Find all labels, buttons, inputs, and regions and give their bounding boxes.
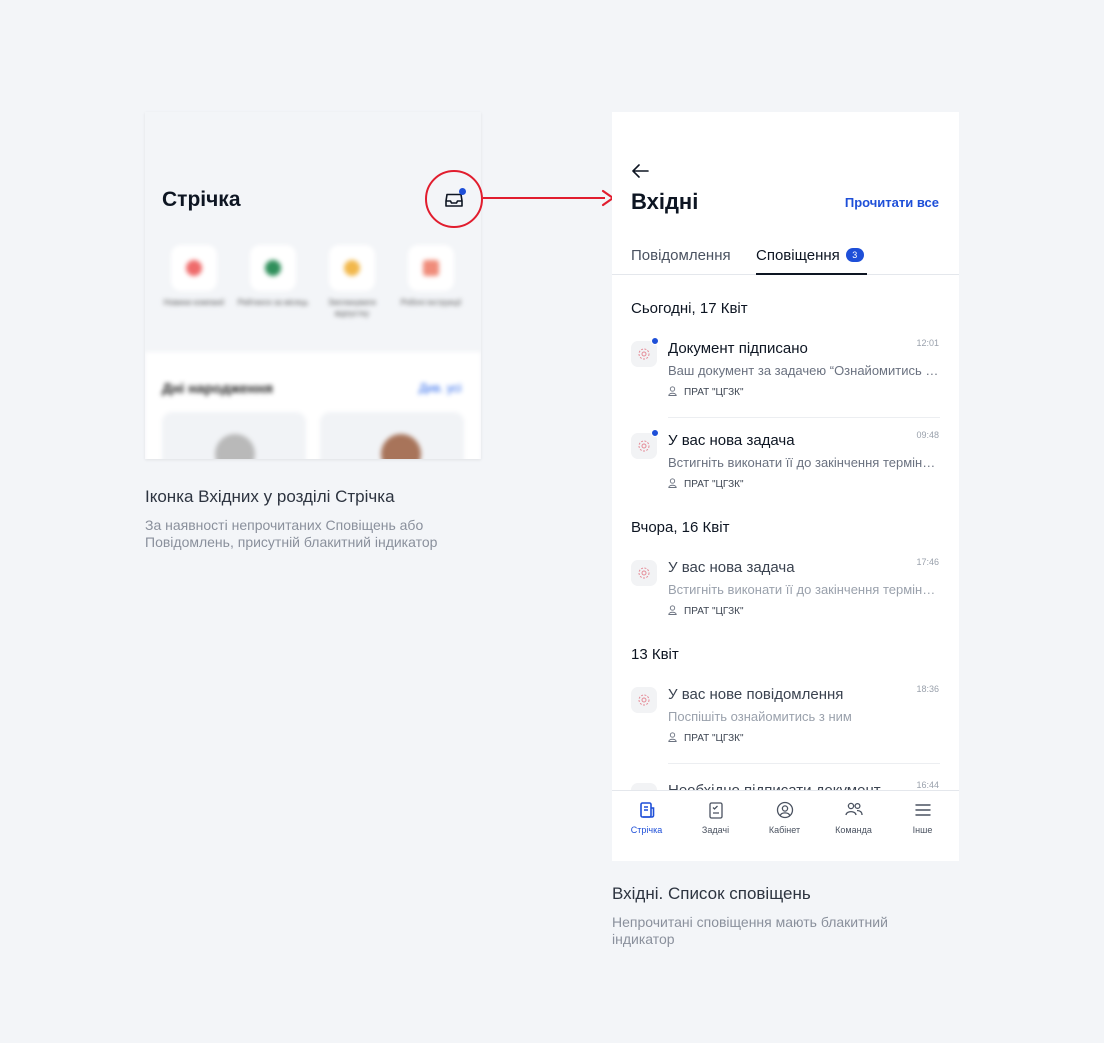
- quick-action-label: Робочі інструкції: [400, 298, 462, 307]
- notification-item[interactable]: У вас нова задача 09:48 Встигніть викона…: [612, 429, 959, 525]
- left-caption-title: Іконка Вхідних у розділі Стрічка: [145, 487, 395, 506]
- read-all-button[interactable]: Прочитати все: [845, 195, 939, 210]
- notification-text: Встигніть виконати її до закінчення терм…: [668, 455, 940, 470]
- active-tab-indicator: [756, 273, 867, 275]
- tasks-icon: [708, 802, 723, 819]
- notification-text: Ваш документ за задачею “Ознайомитись з …: [668, 363, 940, 378]
- right-caption-title: Вхідні. Список сповіщень: [612, 884, 811, 903]
- divider: [668, 417, 940, 418]
- left-caption-text: За наявності непрочитаних Сповіщень або …: [145, 517, 438, 550]
- feed-icon: [639, 802, 654, 818]
- date-group-header: 13 Квіт: [631, 646, 679, 663]
- birthdays-title: Дні народження: [162, 380, 273, 396]
- notification-item[interactable]: У вас нова задача 17:46 Встигніть викона…: [612, 557, 959, 652]
- feed-title: Стрічка: [162, 188, 241, 211]
- notification-org: ПРАТ "ЦГЗК": [668, 732, 744, 744]
- quick-action-label: Рейтинги за місяць: [237, 298, 309, 307]
- birthdays-see-all-link[interactable]: Див. усі: [419, 381, 461, 395]
- tab-tasks[interactable]: Задачі: [681, 801, 750, 835]
- tab-team[interactable]: Команда: [819, 801, 888, 835]
- notification-org: ПРАТ "ЦГЗК": [668, 386, 744, 398]
- notification-time: 17:46: [916, 557, 939, 567]
- notification-item[interactable]: Документ підписано 12:01 Ваш документ за…: [612, 337, 959, 433]
- highlight-circle: [425, 170, 483, 228]
- notification-title: У вас нове повідомлення: [668, 686, 844, 703]
- person-icon: [668, 386, 677, 396]
- menu-icon: [914, 804, 931, 816]
- quick-action-label: Запланувати відпустку: [328, 298, 376, 318]
- notification-title: Документ підписано: [668, 340, 808, 357]
- notification-time: 12:01: [916, 338, 939, 348]
- quick-action-instructions[interactable]: [408, 245, 454, 291]
- unread-indicator: [651, 337, 659, 345]
- pointer-arrow-line: [483, 197, 605, 199]
- notification-org: ПРАТ "ЦГЗК": [668, 478, 744, 490]
- tab-cabinet[interactable]: Кабінет: [750, 801, 819, 835]
- notification-time: 18:36: [916, 684, 939, 694]
- feed-header: Стрічка: [145, 112, 481, 352]
- tab-messages[interactable]: Повідомлення: [631, 247, 731, 264]
- date-group-header: Сьогодні, 17 Квіт: [631, 300, 748, 317]
- bottom-tab-bar: Стрічка Задачі Кабінет Команда Інше: [612, 790, 959, 861]
- company-logo-icon: [631, 687, 657, 713]
- person-icon: [668, 605, 677, 615]
- notification-time: 16:44: [916, 780, 939, 790]
- tab-feed[interactable]: Стрічка: [612, 801, 681, 835]
- person-icon: [668, 732, 677, 742]
- tab-notifications[interactable]: Сповіщення 3: [756, 247, 864, 264]
- notification-time: 09:48: [916, 430, 939, 440]
- right-caption-text: Непрочитані сповіщення мають блакитний і…: [612, 914, 888, 947]
- company-logo-icon: [631, 560, 657, 586]
- tab-more[interactable]: Інше: [888, 801, 957, 835]
- notification-org: ПРАТ "ЦГЗК": [668, 605, 744, 617]
- inbox-screen: Вхідні Прочитати все Повідомлення Сповіщ…: [612, 112, 959, 861]
- unread-indicator: [651, 429, 659, 437]
- notification-text: Поспішіть ознайомитись з ним: [668, 709, 852, 724]
- quick-action-label: Новини компанії: [163, 298, 225, 307]
- profile-icon: [776, 801, 793, 819]
- date-group-header: Вчора, 16 Квіт: [631, 519, 730, 536]
- notification-text: Встигніть виконати її до закінчення терм…: [668, 582, 940, 597]
- divider: [668, 763, 940, 764]
- quick-action-news[interactable]: [171, 245, 217, 291]
- notification-title: У вас нова задача: [668, 432, 795, 449]
- page-title: Вхідні: [631, 189, 699, 214]
- unread-count-badge: 3: [845, 248, 864, 262]
- inbox-tabs: Повідомлення Сповіщення 3: [612, 240, 959, 275]
- quick-action-vacation[interactable]: [329, 245, 375, 291]
- feed-screen-preview: Стрічка Новини компанії Рейтинги за міся…: [145, 112, 481, 459]
- team-icon: [844, 802, 863, 816]
- back-arrow-icon[interactable]: [631, 163, 649, 179]
- notification-title: У вас нова задача: [668, 559, 795, 576]
- person-icon: [668, 478, 677, 488]
- notification-item[interactable]: У вас нове повідомлення 18:36 Поспішіть …: [612, 684, 959, 779]
- quick-action-ratings[interactable]: [250, 245, 296, 291]
